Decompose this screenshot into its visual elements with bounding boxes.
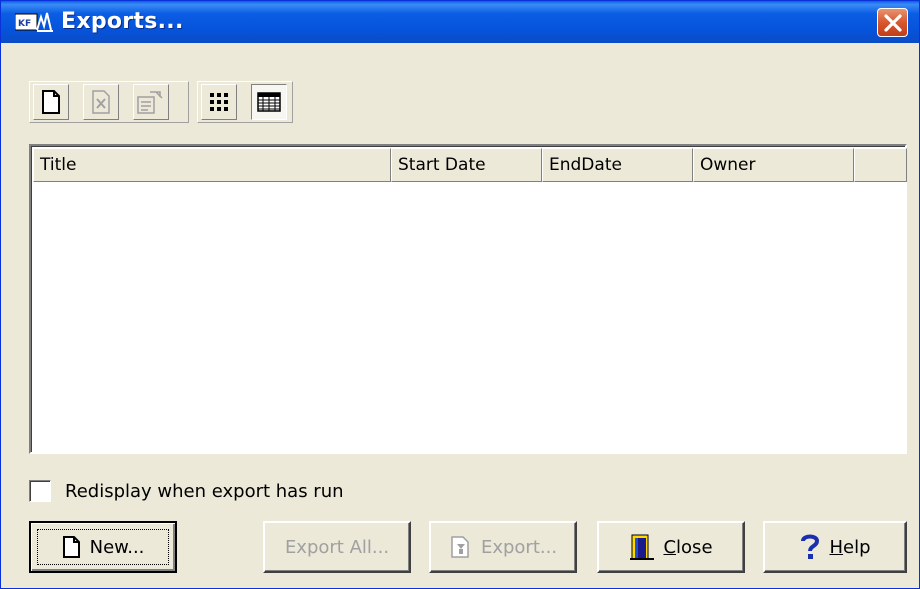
delete-doc-icon <box>92 90 110 114</box>
toolbar-view <box>197 81 293 123</box>
column-header-title[interactable]: Title <box>33 148 391 182</box>
door-exit-icon <box>629 533 655 561</box>
redisplay-option[interactable]: Redisplay when export has run <box>29 478 344 504</box>
export-all-button-label: Export All... <box>284 536 390 558</box>
column-header-filler <box>854 148 907 182</box>
help-button-label: Help <box>829 536 871 558</box>
close-button[interactable]: Close <box>597 521 745 573</box>
close-icon <box>884 14 902 32</box>
large-icons-view-icon <box>210 93 228 111</box>
export-button-label: Export... <box>480 536 558 558</box>
svg-text:KF: KF <box>18 19 31 29</box>
new-button[interactable]: New... <box>29 521 177 573</box>
help-button[interactable]: Help <box>763 521 907 573</box>
redisplay-checkbox[interactable] <box>29 480 51 502</box>
toolbar-actions <box>29 81 189 123</box>
exports-list[interactable]: Title Start Date EndDate Owner <box>29 144 907 454</box>
close-button-label: Close <box>663 536 713 558</box>
properties-icon <box>137 91 163 114</box>
title-bar[interactable]: KF Exports... <box>1 1 919 43</box>
details-view-icon <box>257 92 281 112</box>
window-title: Exports... <box>61 9 184 34</box>
column-header-start-date[interactable]: Start Date <box>391 148 542 182</box>
app-icon: KF <box>15 12 53 32</box>
export-all-button[interactable]: Export All... <box>263 521 411 573</box>
new-doc-icon <box>42 90 60 114</box>
properties-toolbar-button[interactable] <box>133 84 169 120</box>
exports-dialog: KF Exports... Title Start Date EndDate O… <box>0 0 920 589</box>
column-header-end-date[interactable]: EndDate <box>542 148 693 182</box>
details-view-button[interactable] <box>251 84 287 120</box>
redisplay-label[interactable]: Redisplay when export has run <box>65 481 344 502</box>
export-button[interactable]: Export... <box>429 521 577 573</box>
focus-rectangle <box>37 529 169 565</box>
help-icon <box>799 533 821 561</box>
column-header-owner[interactable]: Owner <box>693 148 854 182</box>
list-header: Title Start Date EndDate Owner <box>33 148 907 182</box>
close-window-button[interactable] <box>877 8 908 37</box>
export-icon <box>449 535 473 559</box>
delete-toolbar-button[interactable] <box>83 84 119 120</box>
large-icons-view-button[interactable] <box>201 84 237 120</box>
new-toolbar-button[interactable] <box>33 84 69 120</box>
